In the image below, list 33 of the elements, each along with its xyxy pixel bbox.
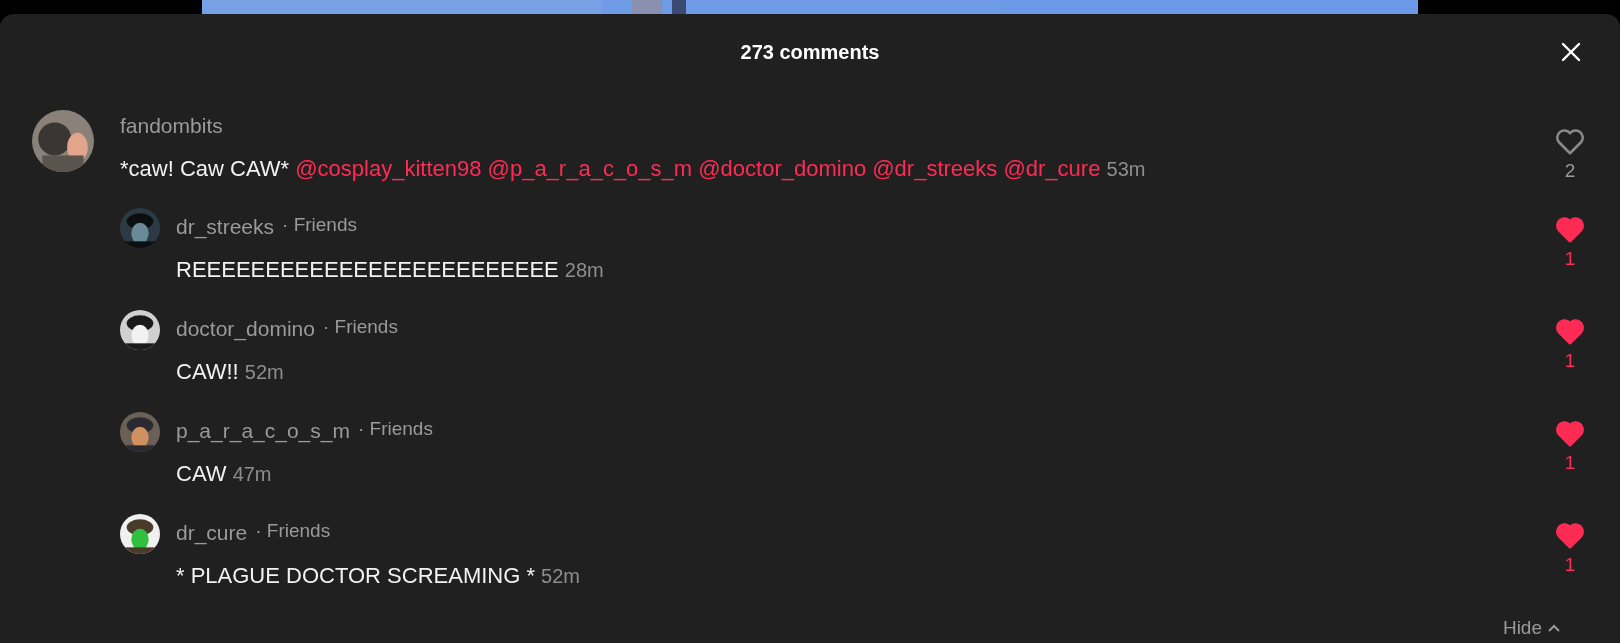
heart-icon[interactable]: [1555, 420, 1585, 448]
username[interactable]: dr_streeks: [176, 214, 275, 240]
username[interactable]: doctor_domino: [176, 316, 315, 342]
mention-link[interactable]: @doctor_domino: [698, 156, 867, 181]
heart-icon[interactable]: [1555, 318, 1585, 346]
like-count: 1: [1564, 248, 1576, 270]
mention-link[interactable]: @dr_streeks: [872, 156, 998, 181]
username[interactable]: p_a_r_a_c_o_s_m: [176, 418, 350, 444]
reply-text: REEEEEEEEEEEEEEEEEEEEEEEEE 28m: [176, 256, 605, 284]
reply-text: * PLAGUE DOCTOR SCREAMING * 52m: [176, 562, 581, 590]
friends-tag: · Friends: [282, 214, 357, 236]
like-count: 1: [1564, 350, 1576, 372]
username[interactable]: dr_cure: [176, 520, 248, 546]
reply-text: CAW!! 52m: [176, 358, 285, 386]
caret-icon: [1548, 624, 1560, 632]
friends-tag: · Friends: [322, 316, 398, 338]
close-icon[interactable]: [1561, 42, 1581, 62]
like-count: 1: [1564, 554, 1576, 576]
heart-icon[interactable]: [1555, 216, 1585, 244]
reply-text: CAW 47m: [176, 460, 273, 488]
mention-link[interactable]: @cosplay_kitten98: [295, 156, 482, 181]
friends-tag: · Friends: [255, 520, 331, 542]
username[interactable]: fandombits: [120, 113, 223, 139]
heart-icon[interactable]: [1555, 522, 1585, 550]
like-count: 1: [1564, 452, 1576, 474]
hide-replies-button[interactable]: Hide: [1502, 617, 1560, 641]
like-count: 2: [1564, 160, 1576, 182]
comments-count-title: 273 comments: [740, 40, 880, 64]
heart-icon[interactable]: [1555, 128, 1585, 156]
mention-link[interactable]: @dr_cure: [1003, 156, 1101, 181]
friends-tag: · Friends: [357, 418, 433, 440]
mention-link[interactable]: @p_a_r_a_c_o_s_m: [487, 156, 693, 181]
comment-text: *caw! Caw CAW* @cosplay_kitten98 @p_a_r_a_c_o_s_m @doctor_domino @dr_streeks @dr_cure 53m: [120, 155, 1147, 183]
